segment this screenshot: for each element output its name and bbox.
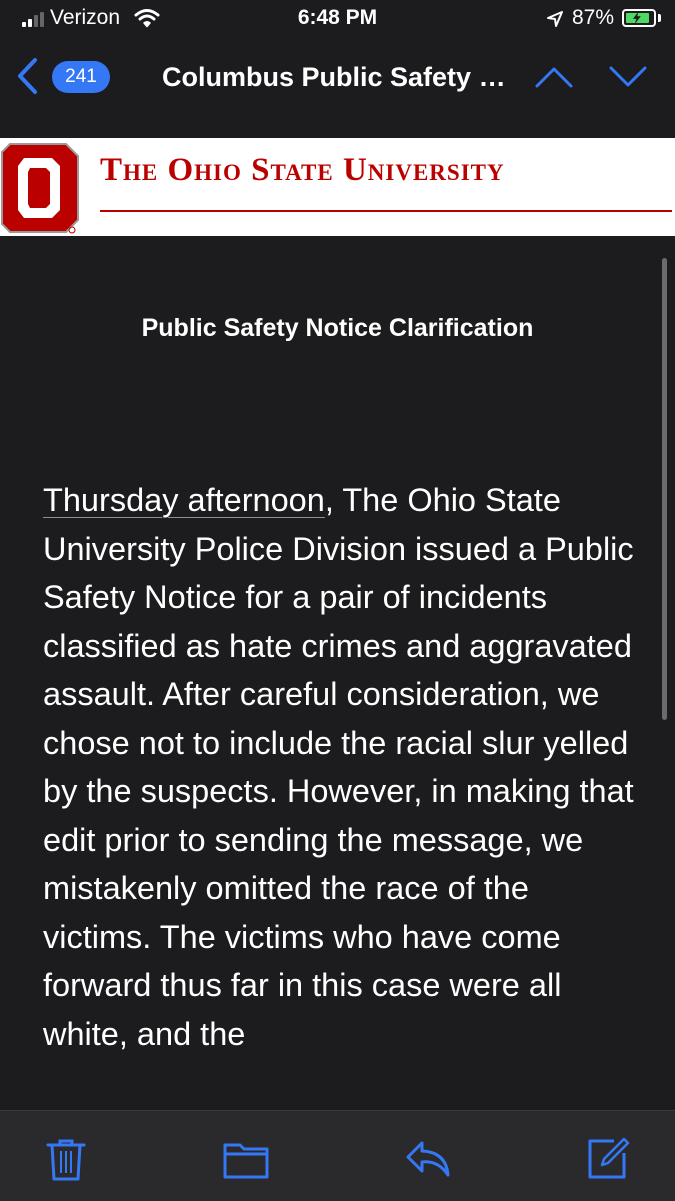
compose-icon[interactable]	[584, 1135, 632, 1183]
battery-nub	[658, 14, 661, 22]
banner-rule	[100, 210, 672, 212]
battery-level-fill	[626, 11, 649, 25]
status-bar: Verizon 6:48 PM 87%	[0, 0, 675, 40]
charging-bolt-icon	[632, 11, 641, 25]
folder-icon[interactable]	[222, 1135, 270, 1183]
email-body-text: , The Ohio State University Police Divis…	[43, 482, 634, 1052]
battery-percent: 87%	[572, 6, 615, 29]
university-wordmark: The Ohio State University	[100, 152, 505, 188]
message-nav-bar: 241 Columbus Public Safety Notice Clarif…	[0, 40, 675, 116]
email-heading: Public Safety Notice Clarification	[141, 314, 534, 342]
unread-count-badge[interactable]: 241	[52, 61, 110, 93]
date-link[interactable]: Thursday afternoon	[43, 482, 325, 518]
reply-icon[interactable]	[404, 1135, 452, 1183]
trash-icon[interactable]	[42, 1135, 90, 1183]
block-o-logo	[1, 143, 79, 234]
location-arrow-icon	[547, 11, 563, 27]
previous-message-icon[interactable]	[534, 64, 574, 90]
next-message-icon[interactable]	[608, 64, 648, 90]
email-body: Thursday afternoon, The Ohio State Unive…	[43, 476, 643, 1058]
email-header-banner: The Ohio State University	[0, 138, 675, 236]
mailbox-title: Columbus Public Safety Notice Clarificat…	[162, 62, 518, 92]
bottom-toolbar	[0, 1110, 675, 1201]
battery-icon	[622, 9, 656, 27]
back-chevron-icon[interactable]	[14, 56, 40, 96]
